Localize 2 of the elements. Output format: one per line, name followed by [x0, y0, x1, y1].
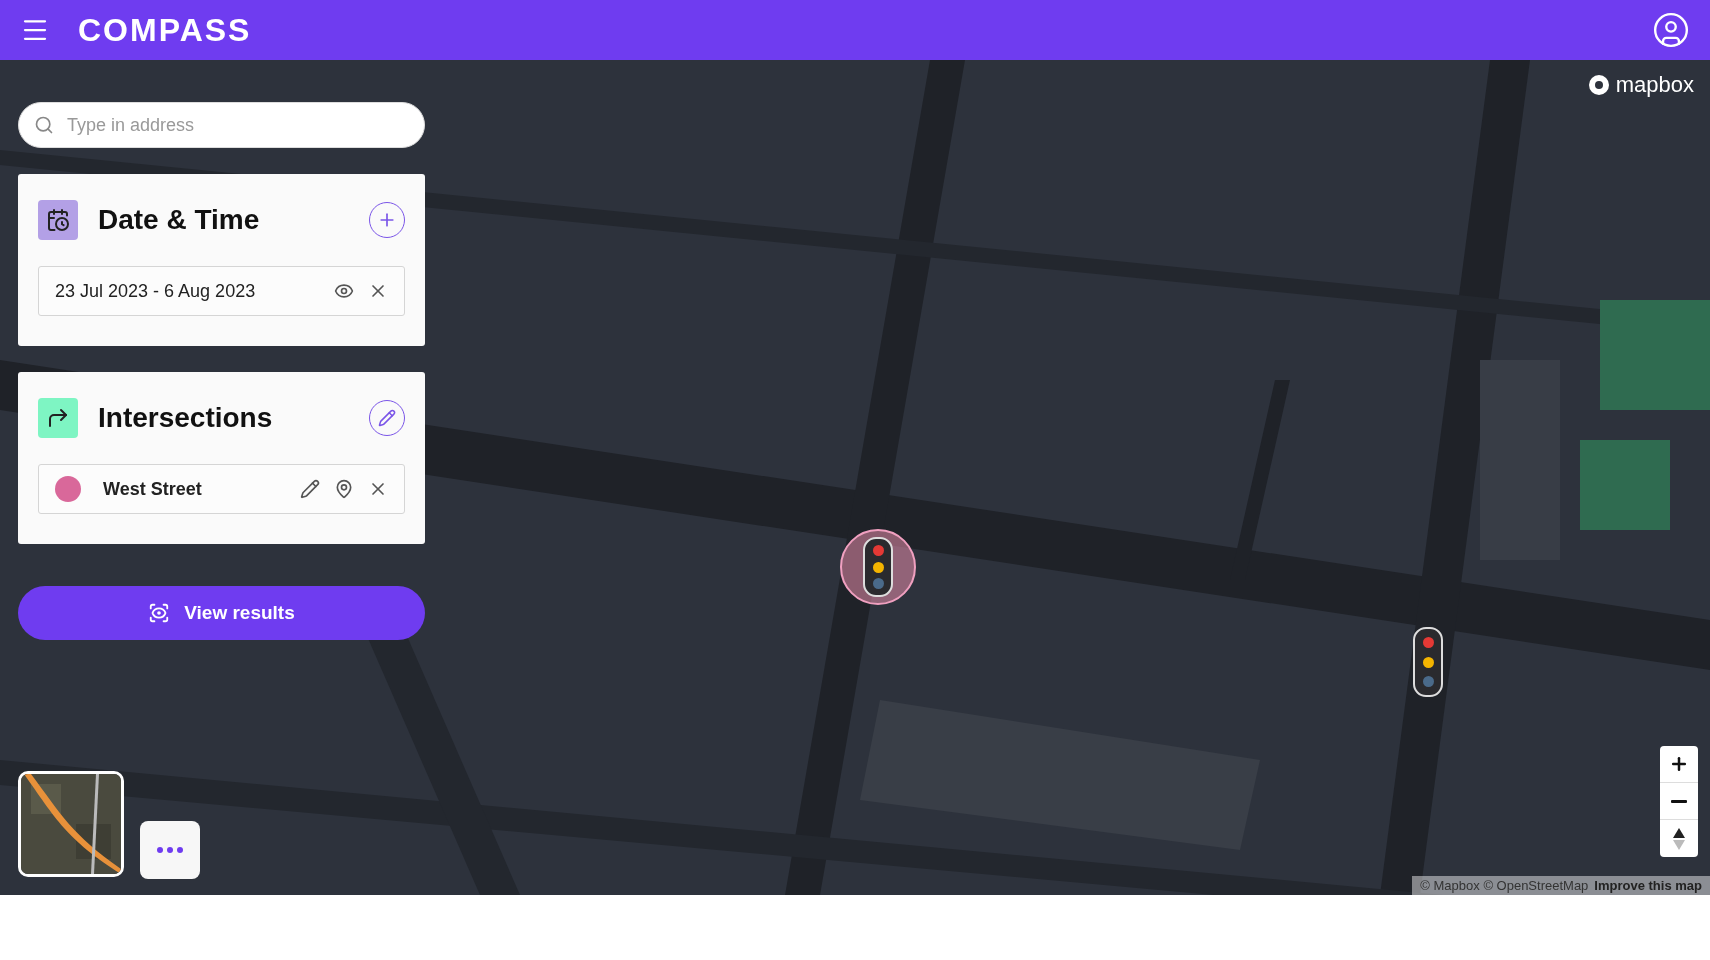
profile-button[interactable]: [1652, 11, 1690, 49]
app-logo: COMPASS: [78, 11, 252, 49]
